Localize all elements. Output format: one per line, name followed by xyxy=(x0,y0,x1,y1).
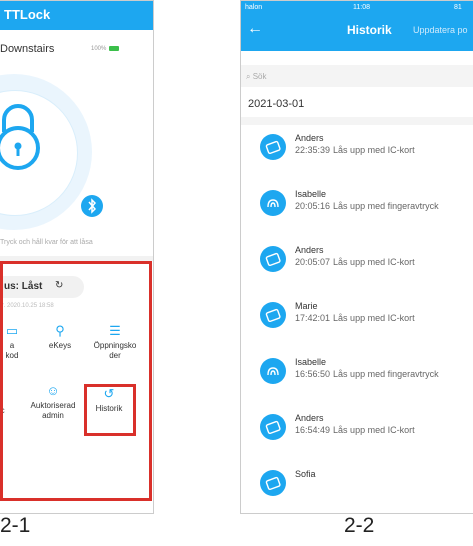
clock: 11:08 xyxy=(353,4,370,11)
fingerprint-icon xyxy=(267,199,279,208)
search-placeholder: ⌕ Sök xyxy=(246,72,267,81)
caption-2-1: 2-1 xyxy=(0,514,31,537)
record-time: 20:05:16 xyxy=(295,201,331,211)
page-title: Historik xyxy=(347,23,392,37)
ic-card-icon xyxy=(265,252,281,267)
battery-level: 100% xyxy=(91,46,107,52)
search-input[interactable] xyxy=(241,65,473,87)
record-detail: 16:54:49 Lås upp med IC-kort xyxy=(295,425,418,435)
history-date: 2021-03-01 xyxy=(248,98,305,110)
record-detail: 20:05:16 Lås upp med fingeravtryck xyxy=(295,201,442,211)
record-avatar xyxy=(260,302,286,328)
app-title: TTLock xyxy=(4,7,51,22)
record-user: Marie xyxy=(295,301,318,311)
record-time: 20:05:07 xyxy=(295,257,331,267)
ic-card-icon xyxy=(265,476,281,491)
history-highlight-box xyxy=(84,384,136,436)
record-action: Lås upp med IC-kort xyxy=(333,313,415,323)
record-user: Isabelle xyxy=(295,189,327,199)
padlock-icon[interactable] xyxy=(0,102,48,170)
record-action: Lås upp med IC-kort xyxy=(333,425,415,435)
record-time: 16:54:49 xyxy=(295,425,331,435)
app-header: TTLock xyxy=(0,1,153,30)
update-button[interactable]: Uppdatera po xyxy=(413,25,468,35)
highlight-box xyxy=(0,261,152,501)
caption-2-2: 2-2 xyxy=(344,514,375,537)
ic-card-icon xyxy=(265,420,281,435)
record-user: Isabelle xyxy=(295,357,327,367)
screen-history: halon 11:08 81 ← Historik Uppdatera po ⌕… xyxy=(240,0,473,514)
lock-hint: Tryck och håll kvar för att låsa xyxy=(0,239,93,246)
ic-card-icon xyxy=(265,140,281,155)
record-action: Lås upp med IC-kort xyxy=(333,257,415,267)
history-record[interactable]: Isabelle 20:05:16 Lås upp med fingeravtryc… xyxy=(241,181,473,232)
search-placeholder-text: Sök xyxy=(252,72,267,81)
history-record[interactable]: Anders 20:05:07 Lås upp med IC-kort xyxy=(241,237,473,288)
record-avatar xyxy=(260,414,286,440)
record-avatar xyxy=(260,470,286,496)
record-user: Anders xyxy=(295,245,324,255)
record-detail: 17:42:01 Lås upp med IC-kort xyxy=(295,313,418,323)
fingerprint-icon xyxy=(267,367,279,376)
record-avatar xyxy=(260,190,286,216)
history-record[interactable]: Isabelle 16:56:50 Lås upp med fingeravtryc… xyxy=(241,349,473,400)
record-action: Lås upp med IC-kort xyxy=(333,145,415,155)
record-avatar xyxy=(260,246,286,272)
screen-lock-detail: TTLock Downstairs 100% Tryck och håll kv… xyxy=(0,0,154,514)
history-record[interactable]: Anders 16:54:49 Lås upp med IC-kort xyxy=(241,405,473,456)
record-user: Sofia xyxy=(295,469,316,479)
bluetooth-icon xyxy=(88,198,97,214)
divider xyxy=(241,117,473,125)
record-detail: 16:56:50 Lås upp med fingeravtryck xyxy=(295,369,442,379)
history-record[interactable]: Anders 22:35:39 Lås upp med IC-kort xyxy=(241,125,473,176)
record-time: 17:42:01 xyxy=(295,313,331,323)
history-record[interactable]: Marie 17:42:01 Lås upp med IC-kort xyxy=(241,293,473,344)
record-user: Anders xyxy=(295,413,324,423)
record-avatar xyxy=(260,358,286,384)
record-action: Lås upp med fingeravtryck xyxy=(333,369,439,379)
lock-name: Downstairs xyxy=(0,43,55,55)
record-detail: 22:35:39 Lås upp med IC-kort xyxy=(295,145,418,155)
history-record[interactable]: Sofia xyxy=(241,461,473,512)
history-header: halon 11:08 81 ← Historik Uppdatera po xyxy=(241,1,473,51)
battery-percent: 81 xyxy=(454,4,462,11)
record-time: 16:56:50 xyxy=(295,369,331,379)
carrier: halon xyxy=(245,4,263,11)
record-avatar xyxy=(260,134,286,160)
record-detail xyxy=(295,481,301,491)
record-action: Lås upp med fingeravtryck xyxy=(333,201,439,211)
battery-icon xyxy=(109,46,119,51)
ic-card-icon xyxy=(265,308,281,323)
record-time: 22:35:39 xyxy=(295,145,331,155)
record-user: Anders xyxy=(295,133,324,143)
record-detail: 20:05:07 Lås upp med IC-kort xyxy=(295,257,418,267)
back-arrow-icon[interactable]: ← xyxy=(247,20,263,38)
bluetooth-button[interactable] xyxy=(81,195,103,217)
